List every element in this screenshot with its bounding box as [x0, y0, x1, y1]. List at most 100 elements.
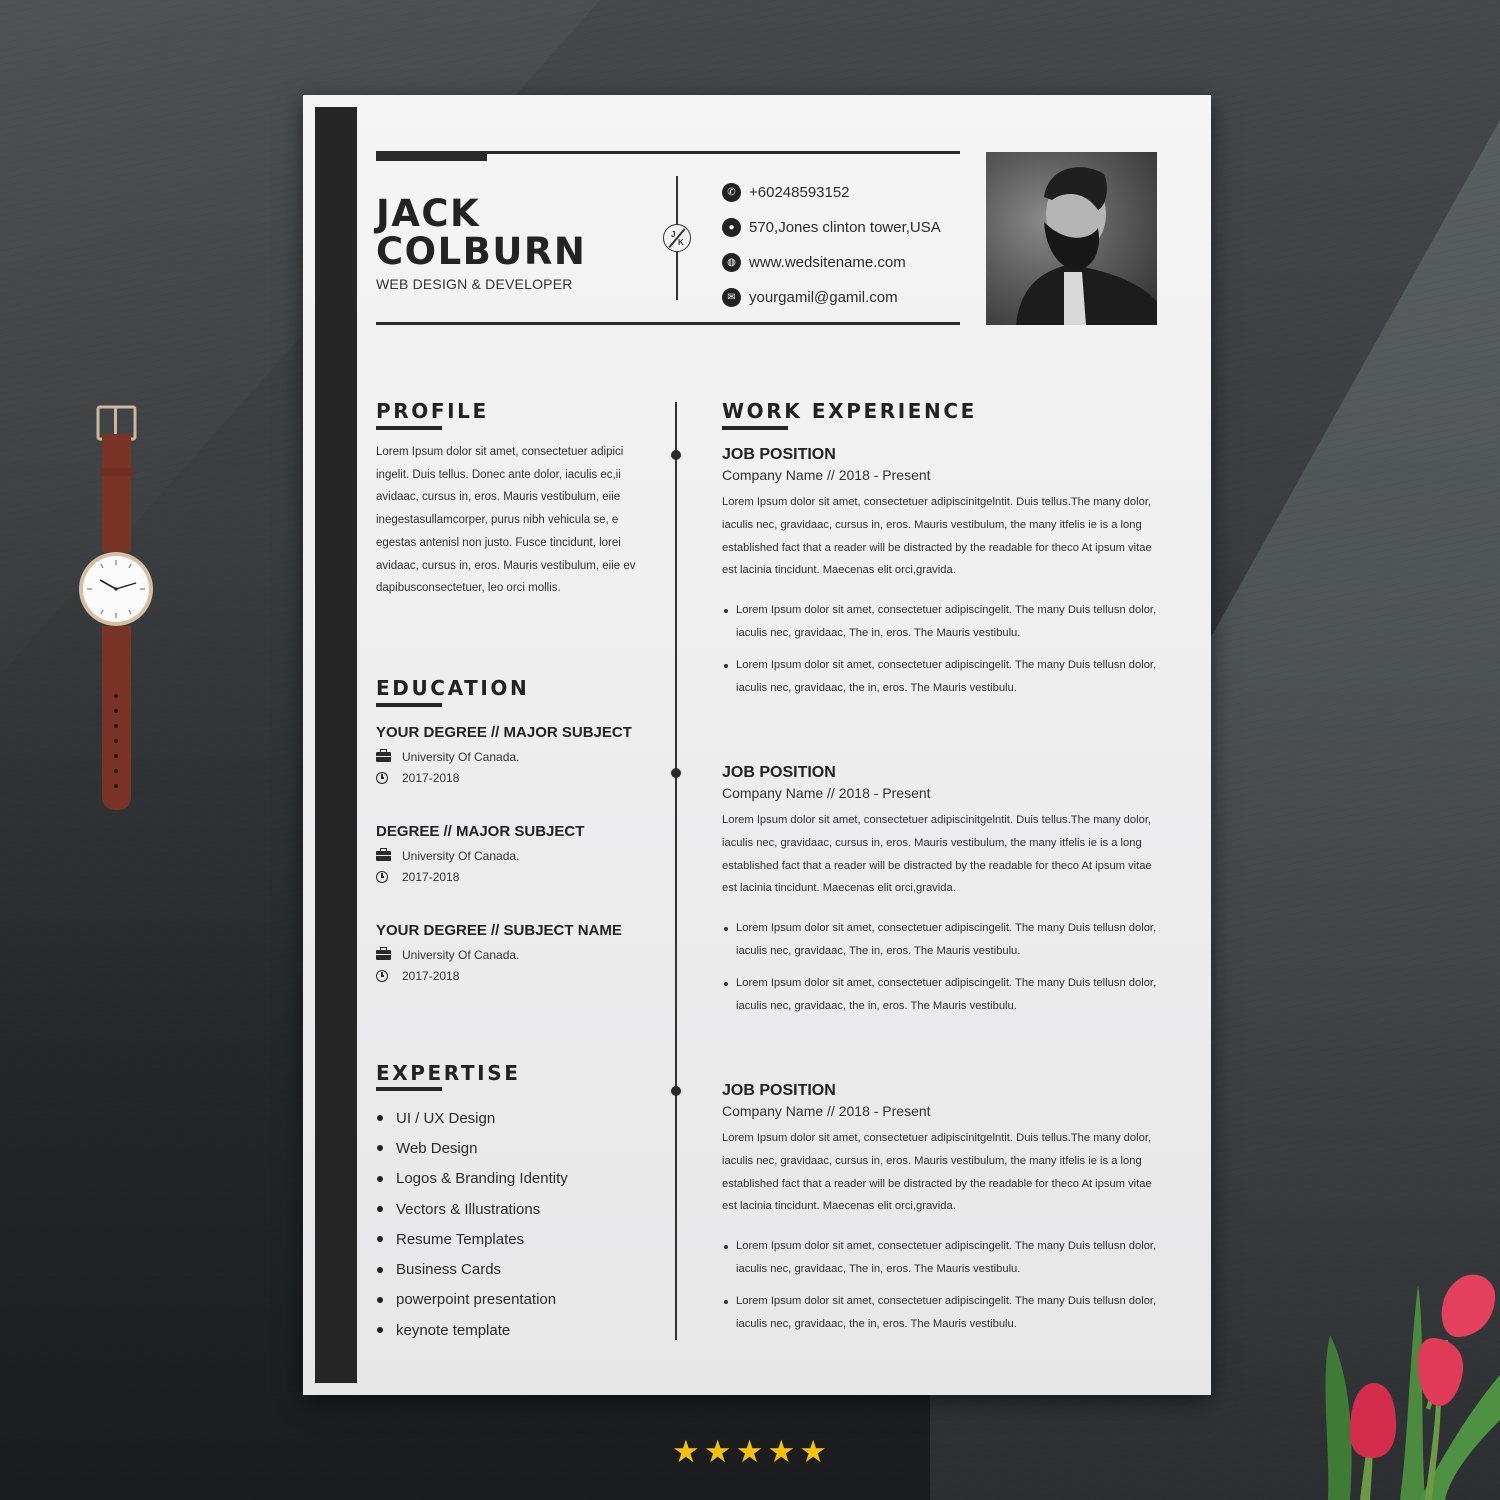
star-icon: ★ — [672, 1434, 700, 1469]
profile-photo — [986, 152, 1157, 325]
job-company-dates: Company Name // 2018 - Present — [722, 785, 931, 801]
job-bullet-list: Lorem Ipsum dolor sit amet, consectetuer… — [722, 917, 1162, 1017]
education-school: University Of Canada. — [402, 848, 520, 863]
star-icon: ★ — [767, 1434, 796, 1469]
wristwatch-prop — [79, 405, 153, 810]
monogram-first-initial: J — [671, 230, 676, 239]
star-icon: ★ — [799, 1434, 827, 1469]
expertise-item: powerpoint presentation — [376, 1285, 568, 1315]
name-last: COLBURN — [376, 230, 587, 273]
job-description: Lorem Ipsum dolor sit amet, consectetuer… — [722, 814, 1152, 895]
expertise-item: Resume Templates — [376, 1224, 568, 1254]
job-bullet: Lorem Ipsum dolor sit amet, consectetuer… — [722, 1235, 1162, 1281]
contact-phone-text: +60248593152 — [749, 184, 850, 201]
education-item: YOUR DEGREE // SUBJECT NAME University O… — [376, 922, 622, 986]
bullet-icon — [377, 1266, 383, 1273]
job-title: JOB POSITION — [722, 1082, 836, 1099]
envelope-icon: ✉ — [722, 288, 741, 307]
expertise-label: keynote template — [396, 1321, 511, 1339]
header-accent-bar — [376, 151, 487, 161]
bullet-icon — [377, 1206, 383, 1213]
expertise-heading: EXPERTISE — [376, 1061, 521, 1085]
expertise-label: powerpoint presentation — [396, 1291, 557, 1309]
job-bullet: Lorem Ipsum dolor sit amet, consectetuer… — [722, 1290, 1162, 1336]
profile-text: Lorem Ipsum dolor sit amet, consectetuer… — [376, 446, 636, 595]
briefcase-icon — [376, 946, 391, 960]
education-item: YOUR DEGREE // MAJOR SUBJECT University … — [376, 724, 632, 788]
name-first: JACK — [376, 192, 481, 235]
profile-heading: PROFILE — [376, 399, 489, 423]
education-school-row: University Of Canada. — [376, 944, 622, 965]
work-experience-heading-underline — [722, 426, 788, 430]
job-title: JOB POSITION — [722, 764, 836, 781]
job-bullet: Lorem Ipsum dolor sit amet, consectetuer… — [722, 599, 1162, 645]
contact-list: ✆ +60248593152 ● 570,Jones clinton tower… — [722, 175, 941, 315]
contact-phone: ✆ +60248593152 — [722, 175, 941, 210]
clock-icon — [376, 771, 388, 784]
bullet-icon — [377, 1296, 383, 1303]
clock-icon — [376, 969, 388, 982]
job-bullet: Lorem Ipsum dolor sit amet, consectetuer… — [722, 917, 1162, 963]
expertise-label: Resume Templates — [396, 1230, 525, 1248]
bullet-icon — [377, 1236, 383, 1243]
globe-icon: ◍ — [722, 253, 741, 272]
education-degree: DEGREE // MAJOR SUBJECT — [376, 823, 585, 840]
expertise-item: Vectors & Illustrations — [376, 1194, 568, 1224]
bullet-icon — [377, 1115, 383, 1122]
monogram-second-initial: K — [678, 238, 684, 247]
resume-page: JACK COLBURN WEB DESIGN & DEVELOPER J K … — [303, 95, 1211, 1395]
expertise-heading-underline — [376, 1087, 442, 1091]
expertise-item: UI / UX Design — [376, 1103, 568, 1133]
job-description: Lorem Ipsum dolor sit amet, consectetuer… — [722, 1132, 1152, 1213]
education-degree: YOUR DEGREE // MAJOR SUBJECT — [376, 724, 632, 741]
expertise-item: keynote template — [376, 1315, 568, 1345]
education-years: 2017-2018 — [402, 770, 460, 785]
briefcase-icon — [376, 748, 391, 762]
header-bottom-rule — [376, 322, 960, 325]
education-heading-underline — [376, 703, 442, 707]
job-entry: JOB POSITION Company Name // 2018 - Pres… — [722, 764, 1162, 1026]
job-description: Lorem Ipsum dolor sit amet, consectetuer… — [722, 496, 1152, 577]
location-pin-icon: ● — [722, 218, 741, 237]
monogram-badge: J K — [663, 224, 691, 252]
education-school: University Of Canada. — [402, 749, 520, 764]
bullet-icon — [377, 1145, 383, 1152]
education-item: DEGREE // MAJOR SUBJECT University Of Ca… — [376, 823, 584, 887]
contact-website-text: www.wedsitename.com — [749, 254, 906, 271]
timeline-dot — [671, 450, 681, 460]
education-years: 2017-2018 — [402, 869, 460, 884]
candidate-job-title: WEB DESIGN & DEVELOPER — [376, 276, 573, 292]
expertise-label: Business Cards — [396, 1261, 502, 1279]
phone-icon: ✆ — [722, 183, 741, 202]
education-school: University Of Canada. — [402, 947, 520, 962]
education-years: 2017-2018 — [402, 968, 460, 983]
star-rating: ★ ★ ★ ★ ★ — [672, 1436, 827, 1467]
contact-email-text: yourgamil@gamil.com — [749, 289, 898, 306]
job-bullet: Lorem Ipsum dolor sit amet, consectetuer… — [722, 654, 1162, 700]
job-entry: JOB POSITION Company Name // 2018 - Pres… — [722, 1082, 1162, 1344]
job-company-dates: Company Name // 2018 - Present — [722, 467, 931, 483]
briefcase-icon — [376, 847, 391, 861]
education-heading: EDUCATION — [376, 676, 530, 700]
tulips-prop — [1325, 1274, 1500, 1500]
education-school-row: University Of Canada. — [376, 746, 632, 767]
job-title: JOB POSITION — [722, 446, 836, 463]
bullet-icon — [377, 1175, 383, 1182]
timeline-dot — [671, 768, 681, 778]
contact-address: ● 570,Jones clinton tower,USA — [722, 210, 941, 245]
star-icon: ★ — [703, 1434, 732, 1469]
star-icon: ★ — [735, 1434, 764, 1469]
expertise-list: UI / UX Design Web Design Logos & Brandi… — [376, 1103, 568, 1345]
expertise-label: UI / UX Design — [396, 1109, 496, 1127]
expertise-label: Vectors & Illustrations — [396, 1200, 541, 1218]
job-company-dates: Company Name // 2018 - Present — [722, 1103, 931, 1119]
bullet-icon — [377, 1327, 383, 1334]
job-bullet: Lorem Ipsum dolor sit amet, consectetuer… — [722, 972, 1162, 1018]
contact-address-text: 570,Jones clinton tower,USA — [749, 219, 941, 236]
expertise-item: Logos & Branding Identity — [376, 1164, 568, 1194]
portrait-illustration — [1016, 167, 1157, 325]
candidate-name: JACK COLBURN — [376, 195, 586, 271]
expertise-label: Web Design — [396, 1139, 478, 1157]
job-entry: JOB POSITION Company Name // 2018 - Pres… — [722, 446, 1162, 708]
expertise-item: Web Design — [376, 1133, 568, 1163]
